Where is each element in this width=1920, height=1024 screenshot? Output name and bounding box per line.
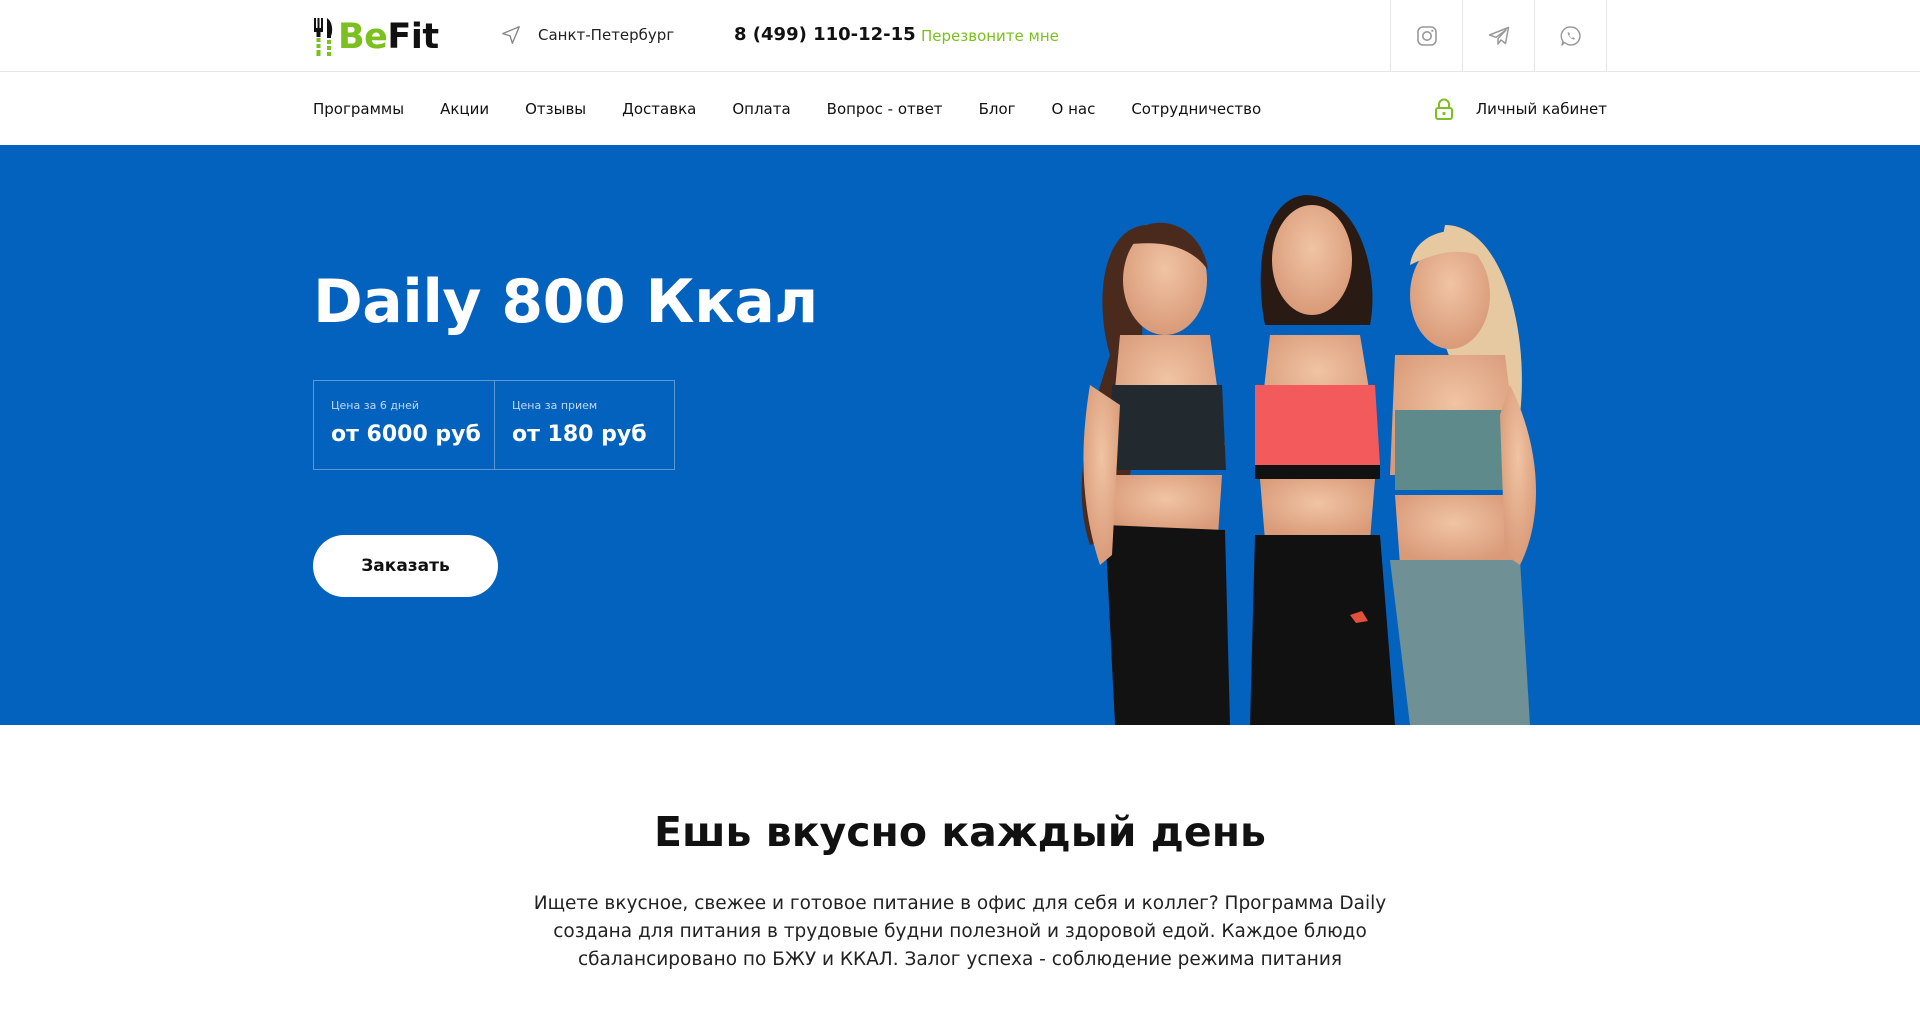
logo[interactable]: BeFit: [313, 15, 439, 59]
nav-item-payment[interactable]: Оплата: [732, 100, 790, 118]
nav-item-partnership[interactable]: Сотрудничество: [1131, 100, 1261, 118]
order-button[interactable]: Заказать: [313, 535, 498, 597]
instagram-link[interactable]: [1391, 0, 1463, 72]
price-value: от 180 руб: [512, 422, 647, 447]
price-info: Цена за 6 дней от 6000 руб Цена за прием…: [313, 380, 675, 470]
city-label: Санкт-Петербург: [538, 26, 675, 44]
telegram-link[interactable]: [1463, 0, 1535, 72]
top-bar: BeFit Санкт-Петербург 8 (499) 110-12-15 …: [0, 0, 1920, 72]
price-per-6-days: Цена за 6 дней от 6000 руб: [314, 381, 494, 469]
logo-text-fit: Fit: [387, 16, 439, 57]
lock-icon: [1434, 98, 1453, 120]
hero-photo: [1081, 195, 1537, 725]
price-per-meal: Цена за прием от 180 руб: [494, 381, 674, 469]
nav-item-about[interactable]: О нас: [1052, 100, 1096, 118]
price-caption: Цена за прием: [512, 399, 598, 412]
hero-title: Daily 800 Ккал: [313, 267, 818, 337]
whatsapp-link[interactable]: [1535, 0, 1607, 72]
telegram-icon: [1488, 26, 1509, 45]
phone-link[interactable]: 8 (499) 110-12-15: [734, 24, 916, 45]
instagram-icon: [1416, 26, 1437, 46]
hero-figure-middle: [1250, 195, 1395, 725]
whatsapp-icon: [1560, 26, 1581, 46]
logo-text-be: Be: [338, 16, 388, 57]
price-caption: Цена за 6 дней: [331, 399, 420, 412]
nav-item-promotions[interactable]: Акции: [440, 100, 489, 118]
logo-text: BeFit: [338, 16, 439, 57]
social-links: [1390, 0, 1607, 72]
nav-item-blog[interactable]: Блог: [979, 100, 1016, 118]
fork-knife-icon: [314, 18, 333, 56]
location-arrow-icon: [502, 26, 520, 44]
main-nav-bar: Программы Акции Отзывы Доставка Оплата В…: [0, 72, 1920, 145]
callback-link[interactable]: Перезвоните мне: [921, 27, 1059, 45]
intro-text: Ищете вкусное, свежее и готовое питание …: [533, 893, 1387, 970]
hero-banner: Daily 800 Ккал Цена за 6 дней от 6000 ру…: [0, 145, 1920, 725]
nav-item-programs[interactable]: Программы: [313, 100, 404, 118]
nav-item-delivery[interactable]: Доставка: [622, 100, 696, 118]
intro-title: Ешь вкусно каждый день: [654, 808, 1266, 856]
hero-figure-left: [1081, 222, 1230, 725]
nav-item-faq[interactable]: Вопрос - ответ: [827, 100, 943, 118]
price-value: от 6000 руб: [331, 422, 481, 447]
city-selector[interactable]: Санкт-Петербург: [500, 24, 674, 46]
hero-figure-right: [1390, 225, 1537, 725]
personal-account-link[interactable]: Личный кабинет: [1434, 72, 1607, 145]
main-nav: Программы Акции Отзывы Доставка Оплата В…: [313, 72, 1297, 145]
personal-account-label: Личный кабинет: [1475, 99, 1607, 118]
nav-item-reviews[interactable]: Отзывы: [525, 100, 586, 118]
